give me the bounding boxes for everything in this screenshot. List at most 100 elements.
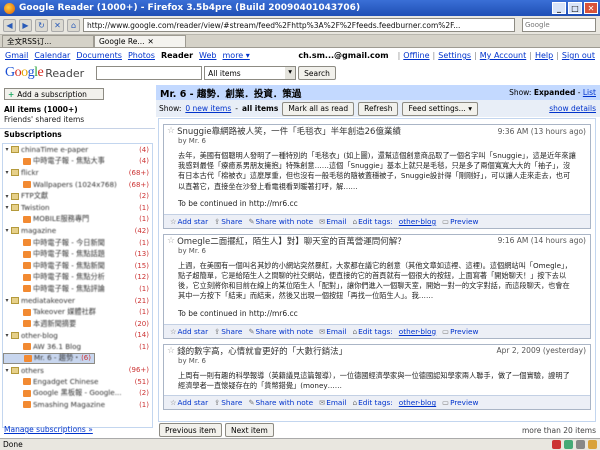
email-action[interactable]: ✉Email xyxy=(319,217,346,226)
subscription-feed[interactable]: AW 36.1 Blog (1) xyxy=(3,341,152,353)
gbar-link-gmail[interactable]: Gmail xyxy=(5,51,28,60)
entry[interactable]: ☆ Omegle二面擺紅，陌生人】對】聊天室的百萬營運問何解？ 9:16 AM (1… xyxy=(163,233,591,339)
next-item-button[interactable]: Next item xyxy=(225,423,274,437)
subscription-folder[interactable]: ▾ magazine (42) xyxy=(3,225,152,237)
search-scope-select[interactable]: All items ▾ xyxy=(204,66,297,80)
mark-all-read-button[interactable]: Mark all as read xyxy=(282,101,355,116)
subscription-feed[interactable]: 中時電子報 - 焦點分析 (12) xyxy=(3,272,152,284)
expand-toggle-icon[interactable]: ▾ xyxy=(3,367,11,374)
edit-tags-action[interactable]: ⌂Edit tags: xyxy=(352,327,392,336)
browser-search-input[interactable]: Google xyxy=(522,18,596,32)
entry[interactable]: ☆ 錢的數字高，心情就會更好的「大數行銷法」 Apr 2, 2009 (yester… xyxy=(163,343,591,411)
entry-continued[interactable]: To be continued in http://mr6.cc xyxy=(164,302,590,324)
entry-continued[interactable]: To be continued in http://mr6.cc xyxy=(164,192,590,214)
subscription-folder[interactable]: ▾ FTP文獻 (2) xyxy=(3,190,152,202)
google-logo[interactable]: Google xyxy=(5,65,44,81)
entry[interactable]: ☆ Snuggie靠網路被人笑，一件「毛毯衣」半年創造26億業績 9:36 AM (… xyxy=(163,124,591,229)
nav-friends-shared[interactable]: Friends' shared items xyxy=(0,115,155,126)
gbar-link-more[interactable]: more ▾ xyxy=(223,51,250,60)
back-icon[interactable]: ◀ xyxy=(3,18,16,32)
entry-tag[interactable]: other-blog xyxy=(399,217,436,226)
subscription-feed[interactable]: Wallpapers (1024x768) (68+) xyxy=(3,179,152,191)
subscription-folder[interactable]: ▾ other-blog (14) xyxy=(3,330,152,342)
home-icon[interactable]: ⌂ xyxy=(67,18,80,32)
subscription-feed[interactable]: 本週新聞摘要 (20) xyxy=(3,318,152,330)
close-window-button[interactable]: ✕ xyxy=(584,2,598,14)
entry-tag[interactable]: other-blog xyxy=(399,398,436,407)
tab-fulltext-rss[interactable]: 全文RSS订... xyxy=(2,35,94,47)
subscription-feed[interactable]: 中時電子報 - 焦點新聞 (15) xyxy=(3,260,152,272)
subscription-folder[interactable]: ▾ flickr (68+) xyxy=(3,167,152,179)
preview-action[interactable]: ▭Preview xyxy=(442,398,478,407)
gbar-link-calendar[interactable]: Calendar xyxy=(34,51,70,60)
expand-toggle-icon[interactable]: ▾ xyxy=(3,146,11,153)
preview-action[interactable]: ▭Preview xyxy=(442,327,478,336)
reader-search-input[interactable] xyxy=(96,66,203,80)
reload-icon[interactable]: ↻ xyxy=(35,18,48,32)
gbar-link-web[interactable]: Web xyxy=(199,51,216,60)
subscription-folder[interactable]: ▾ chinaTime e-paper (4) xyxy=(3,144,152,156)
abp-icon[interactable] xyxy=(552,440,561,449)
subscription-feed[interactable]: Takeover 媒體社群 (1) xyxy=(3,306,152,318)
expand-toggle-icon[interactable]: ▾ xyxy=(3,227,11,234)
expand-toggle-icon[interactable]: ▾ xyxy=(3,169,11,176)
star-icon[interactable]: ☆ xyxy=(167,236,175,246)
view-expanded[interactable]: Expanded xyxy=(534,88,576,97)
gbar-link-documents[interactable]: Documents xyxy=(76,51,122,60)
minimize-button[interactable]: _ xyxy=(552,2,566,14)
share-with-note-action[interactable]: ✎Share with note xyxy=(248,217,313,226)
nav-all-items[interactable]: All items (1000+) xyxy=(0,105,155,115)
subscription-feed[interactable]: 中時電子報 - 焦點評論 (1) xyxy=(3,283,152,295)
share-with-note-action[interactable]: ✎Share with note xyxy=(248,398,313,407)
expand-toggle-icon[interactable]: ▾ xyxy=(3,204,11,211)
subscription-feed[interactable]: 中時電子報 - 焦點大事 (4) xyxy=(3,156,152,168)
add-star-action[interactable]: ☆Add star xyxy=(170,217,208,226)
subscription-feed[interactable]: 中時電子報 - 今日新聞 (1) xyxy=(3,237,152,249)
stop-icon[interactable]: ✕ xyxy=(51,18,64,32)
share-action[interactable]: ⇪Share xyxy=(214,217,242,226)
view-list-link[interactable]: List xyxy=(583,88,596,97)
refresh-button[interactable]: Refresh xyxy=(358,101,399,116)
filter-all-items[interactable]: all items xyxy=(242,104,278,113)
close-tab-icon[interactable]: ✕ xyxy=(147,37,153,46)
entries-list[interactable]: ☆ Snuggie靠網路被人笑，一件「毛毯衣」半年創造26億業績 9:36 AM (… xyxy=(158,118,596,422)
expand-toggle-icon[interactable]: ▾ xyxy=(3,297,11,304)
gear-icon[interactable] xyxy=(576,440,585,449)
forward-icon[interactable]: ▶ xyxy=(19,18,32,32)
offline-link[interactable]: Offline xyxy=(403,51,429,60)
settings-link[interactable]: Settings xyxy=(438,51,471,60)
search-button[interactable]: Search xyxy=(298,66,336,80)
edit-tags-action[interactable]: ⌂Edit tags: xyxy=(352,398,392,407)
star-icon[interactable]: ☆ xyxy=(167,126,175,136)
subscription-feed[interactable]: Engadget Chinese (51) xyxy=(3,376,152,388)
feed-settings-button[interactable]: Feed settings... ▾ xyxy=(402,101,478,116)
entry-tag[interactable]: other-blog xyxy=(399,327,436,336)
subscription-folder[interactable]: ▾ others (96+) xyxy=(3,364,152,376)
email-action[interactable]: ✉Email xyxy=(319,398,346,407)
edit-tags-action[interactable]: ⌂Edit tags: xyxy=(352,217,392,226)
email-action[interactable]: ✉Email xyxy=(319,327,346,336)
filter-new-items[interactable]: 0 new items xyxy=(185,104,231,113)
expand-toggle-icon[interactable]: ▾ xyxy=(3,193,11,200)
add-star-action[interactable]: ☆Add star xyxy=(170,327,208,336)
maximize-button[interactable]: □ xyxy=(568,2,582,14)
share-action[interactable]: ⇪Share xyxy=(214,398,242,407)
lock-icon[interactable] xyxy=(588,440,597,449)
entry-title[interactable]: Omegle二面擺紅，陌生人】對】聊天室的百萬營運問何解？ xyxy=(177,235,498,247)
my-account-link[interactable]: My Account xyxy=(480,51,526,60)
help-link[interactable]: Help xyxy=(535,51,553,60)
subscription-feed[interactable]: Google 黑板報 - Google... (2) xyxy=(3,387,152,399)
entry-title[interactable]: Snuggie靠網路被人笑，一件「毛毯衣」半年創造26億業績 xyxy=(177,125,498,137)
subscription-folder[interactable]: ▾ Twistion (1) xyxy=(3,202,152,214)
subscription-feed[interactable]: Mr. 6 - 趨勢・創業・投資・策(6) xyxy=(3,352,95,365)
subscription-list[interactable]: ▾ chinaTime e-paper (4) 中時電子報 - 焦點大事 (4) ▾ fli… xyxy=(2,143,153,428)
subscription-feed[interactable]: MOBILE服務專門 (1) xyxy=(3,214,152,226)
subscription-feed[interactable]: 中時電子報 - 焦點話題 (13) xyxy=(3,248,152,260)
subscription-folder[interactable]: ▾ mediatakeover (21) xyxy=(3,295,152,307)
add-star-action[interactable]: ☆Add star xyxy=(170,398,208,407)
gbar-link-photos[interactable]: Photos xyxy=(128,51,155,60)
show-details-link[interactable]: show details xyxy=(549,104,596,113)
previous-item-button[interactable]: Previous item xyxy=(159,423,223,437)
entry-title[interactable]: 錢的數字高，心情就會更好的「大數行銷法」 xyxy=(177,345,496,357)
share-with-note-action[interactable]: ✎Share with note xyxy=(248,327,313,336)
